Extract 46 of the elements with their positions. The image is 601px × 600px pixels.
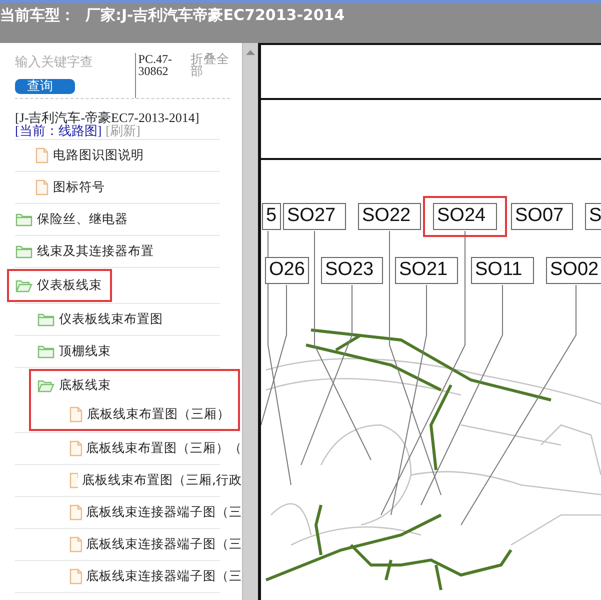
document-icon <box>69 472 78 489</box>
document-icon <box>69 440 82 457</box>
tree-item[interactable]: 底板线束布置图（三厢,行政 <box>0 465 242 496</box>
connector-label: SO21 <box>395 257 458 284</box>
connector-label: SO24 <box>433 203 497 230</box>
document-icon <box>35 179 49 196</box>
tree-folder[interactable]: 线束及其连接器布置 <box>0 236 242 267</box>
folder-icon <box>37 344 55 359</box>
tree-item[interactable]: 底板线束连接器端子图（三 <box>0 561 242 592</box>
tree-folder[interactable]: 保险丝、继电器 <box>0 204 242 235</box>
tree-folder[interactable]: 仪表板线束 <box>9 271 102 300</box>
connector-label: SO27 <box>283 203 346 230</box>
tree-item[interactable]: 底板线束布置图（三厢） <box>31 400 230 429</box>
part-number: PC.47-30862 <box>135 53 185 98</box>
connector-label: SO11 <box>471 257 534 284</box>
search-field[interactable]: 输入关键字查 <box>15 53 133 72</box>
connector-label: SO02 <box>546 257 601 284</box>
document-icon <box>69 536 82 553</box>
open-folder-icon <box>37 378 55 393</box>
tree-item[interactable]: 底板线束布置图（三厢）（ <box>0 433 242 464</box>
connector-label: S <box>585 203 601 230</box>
scrollbar[interactable] <box>242 43 258 600</box>
folder-icon <box>15 212 33 227</box>
folder-icon <box>37 312 55 327</box>
window-title: 当前车型： 厂家:J-吉利汽车帝豪EC72013-2014 <box>0 5 345 25</box>
document-icon <box>69 568 82 585</box>
folder-icon <box>15 244 33 259</box>
tree-item[interactable]: 图标符号 <box>0 172 242 203</box>
open-folder-icon <box>15 278 33 293</box>
connector-label: SO23 <box>321 257 383 284</box>
tree-folder[interactable]: 底板线束 <box>31 371 230 400</box>
current-view-label: [当前：线路图] <box>15 124 102 137</box>
document-icon <box>35 147 49 164</box>
connector-label: O26 <box>265 257 309 284</box>
search-button[interactable]: 查询 <box>15 78 75 94</box>
tree-folder[interactable]: 仪表板线束布置图 <box>0 304 242 335</box>
tree-item[interactable]: 电路图识图说明 <box>0 140 242 171</box>
connector-label: 5 <box>262 203 281 230</box>
connector-label: SO22 <box>358 203 421 230</box>
model-name: [J-吉利汽车-帝豪EC7-2013-2014] <box>15 111 200 124</box>
document-icon <box>69 406 83 423</box>
connector-label: SO07 <box>511 203 573 230</box>
tree-item[interactable]: 底板线束连接器端子图（三 <box>0 497 242 528</box>
tree-folder[interactable]: 顶棚线束 <box>0 336 242 367</box>
document-icon <box>69 504 82 521</box>
tree-item[interactable]: 底板线束连接器端子图（三 <box>0 529 242 560</box>
